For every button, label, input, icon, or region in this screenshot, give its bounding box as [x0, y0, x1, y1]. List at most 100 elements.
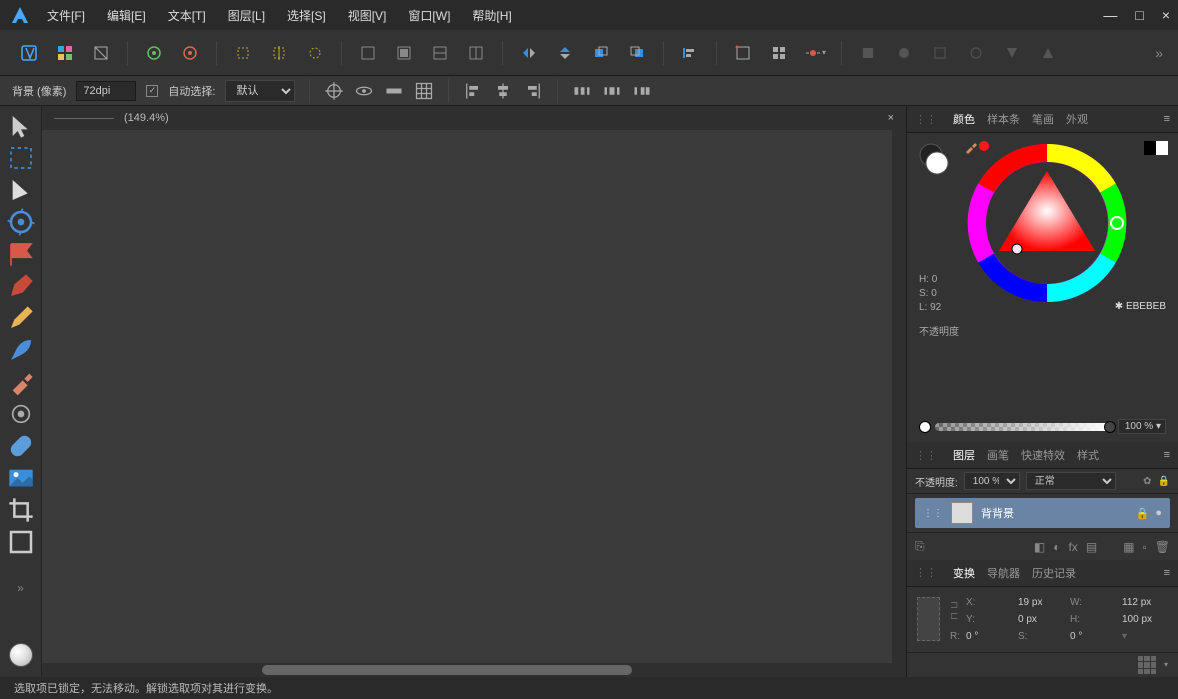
autoselect-mode[interactable]: 默认 [225, 80, 295, 102]
cb-dist2-icon[interactable] [602, 81, 622, 101]
persona-btn4-icon[interactable] [462, 39, 490, 67]
opacity-slider[interactable] [919, 422, 1110, 432]
layer-opacity-select[interactable]: 100 % [964, 472, 1020, 490]
snap2-icon[interactable] [265, 39, 293, 67]
flip-h-icon[interactable] [515, 39, 543, 67]
minimize-button[interactable]: — [1103, 7, 1117, 23]
layer-lock-icon[interactable]: 🔒 [1158, 476, 1170, 487]
snap-icon[interactable] [229, 39, 257, 67]
panel-options-icon[interactable]: ≡ [1164, 113, 1170, 125]
cb-alignl-icon[interactable] [463, 81, 483, 101]
photo-persona-icon[interactable] [15, 39, 43, 67]
cb-dist3-icon[interactable] [632, 81, 652, 101]
menu-edit[interactable]: 编辑[E] [107, 7, 146, 24]
adjust-icon[interactable]: ◐ [1053, 540, 1060, 554]
maximize-button[interactable]: □ [1135, 7, 1143, 23]
gear-green-icon[interactable] [140, 39, 168, 67]
tab-close-icon[interactable]: × [888, 112, 894, 124]
color-swatch-icon[interactable] [6, 641, 36, 669]
blend-mode-select[interactable]: 正常 [1026, 472, 1116, 490]
align-icon[interactable] [676, 39, 704, 67]
menu-window[interactable]: 窗口[W] [408, 7, 450, 24]
shape-tool-icon[interactable] [6, 528, 36, 556]
snap3-icon[interactable] [301, 39, 329, 67]
pencil-tool-icon[interactable] [6, 304, 36, 332]
tab-brushes[interactable]: 画笔 [987, 447, 1009, 463]
marquee-tool-icon[interactable] [6, 144, 36, 172]
persona-btn3-icon[interactable] [426, 39, 454, 67]
healing-tool-icon[interactable] [6, 432, 36, 460]
misc5-icon[interactable] [998, 39, 1026, 67]
tf-s-input[interactable] [1070, 631, 1116, 642]
grid-icon[interactable] [765, 39, 793, 67]
layer-name[interactable]: 背背景 [981, 505, 1014, 521]
layer-btn1-icon[interactable]: ⎘ [915, 539, 925, 554]
dpi-input[interactable] [76, 81, 136, 101]
flag-tool-icon[interactable] [6, 240, 36, 268]
tab-fx[interactable]: 快速特效 [1021, 447, 1065, 463]
fx-icon[interactable]: fx [1068, 540, 1077, 554]
persona-btn-icon[interactable] [354, 39, 382, 67]
persona-btn2-icon[interactable] [390, 39, 418, 67]
anchor-grid-icon[interactable] [1138, 656, 1156, 674]
cb-dist1-icon[interactable] [572, 81, 592, 101]
close-button[interactable]: × [1162, 7, 1170, 23]
menu-help[interactable]: 帮助[H] [472, 7, 511, 24]
toolbar-expand-icon[interactable]: » [1155, 45, 1163, 61]
new-layer-icon[interactable]: ▫ [1143, 540, 1147, 554]
arrange2-icon[interactable] [623, 39, 651, 67]
arrange-icon[interactable] [587, 39, 615, 67]
transform-anchor-icon[interactable] [917, 597, 940, 641]
cb-alignc-icon[interactable] [493, 81, 513, 101]
tab-appearance[interactable]: 外观 [1066, 111, 1088, 127]
tf-y-input[interactable] [1018, 614, 1064, 625]
new-pixel-icon[interactable]: ▦ [1123, 540, 1134, 554]
canvas[interactable] [42, 130, 906, 663]
clip-icon[interactable]: ▤ [1086, 540, 1097, 554]
tab-styles[interactable]: 样式 [1077, 447, 1099, 463]
horizontal-scrollbar[interactable] [42, 663, 906, 677]
opacity-value[interactable]: 100 % ▾ [1118, 419, 1166, 434]
tab-transform[interactable]: 变换 [953, 565, 975, 581]
cb-crosshair-icon[interactable] [324, 81, 344, 101]
fill-stroke-swatch[interactable] [917, 141, 953, 180]
layer-row[interactable]: ⋮⋮ 背背景 🔒 ● [915, 498, 1170, 528]
move-tool-icon[interactable] [6, 112, 36, 140]
tf-x-input[interactable] [1018, 597, 1064, 608]
gear-tool-icon[interactable] [6, 400, 36, 428]
panel-options-icon[interactable]: ≡ [1164, 567, 1170, 579]
cb-alignr-icon[interactable] [523, 81, 543, 101]
tf-w-input[interactable] [1122, 597, 1168, 608]
panel-options-icon[interactable]: ≡ [1164, 449, 1170, 461]
tf-r-input[interactable] [966, 631, 1012, 642]
image-tool-icon[interactable] [6, 464, 36, 492]
assets-tool-icon[interactable] [6, 208, 36, 236]
mask-icon[interactable]: ◧ [1034, 540, 1045, 554]
flip-v-icon[interactable] [551, 39, 579, 67]
document-tab[interactable]: (149.4%) × [42, 106, 906, 130]
tab-swatches[interactable]: 样本条 [987, 111, 1020, 127]
liquify-persona-icon[interactable] [51, 39, 79, 67]
expand-tools-icon[interactable]: » [6, 574, 36, 602]
brush-tool-icon[interactable] [6, 336, 36, 364]
tab-brush[interactable]: 笔画 [1032, 111, 1054, 127]
cb-eye-icon[interactable] [354, 81, 374, 101]
misc6-icon[interactable] [1034, 39, 1062, 67]
menu-layer[interactable]: 图层[L] [228, 7, 265, 24]
misc3-icon[interactable] [926, 39, 954, 67]
hex-readout[interactable]: ✱ EBEBEB [1115, 301, 1166, 312]
misc4-icon[interactable] [962, 39, 990, 67]
misc2-icon[interactable] [890, 39, 918, 67]
menu-text[interactable]: 文本[T] [168, 7, 206, 24]
transform-icon[interactable] [729, 39, 757, 67]
menu-view[interactable]: 视图[V] [348, 7, 387, 24]
tf-h-input[interactable] [1122, 614, 1168, 625]
cb-t1-icon[interactable] [384, 81, 404, 101]
color-wheel[interactable] [967, 143, 1127, 303]
tab-layers[interactable]: 图层 [953, 447, 975, 463]
delete-layer-icon[interactable]: 🗑 [1155, 540, 1170, 554]
node-tool-icon[interactable] [6, 176, 36, 204]
target-icon[interactable]: ▾ [801, 39, 829, 67]
eyedropper-tool-icon[interactable] [6, 368, 36, 396]
gear-red-icon[interactable] [176, 39, 204, 67]
